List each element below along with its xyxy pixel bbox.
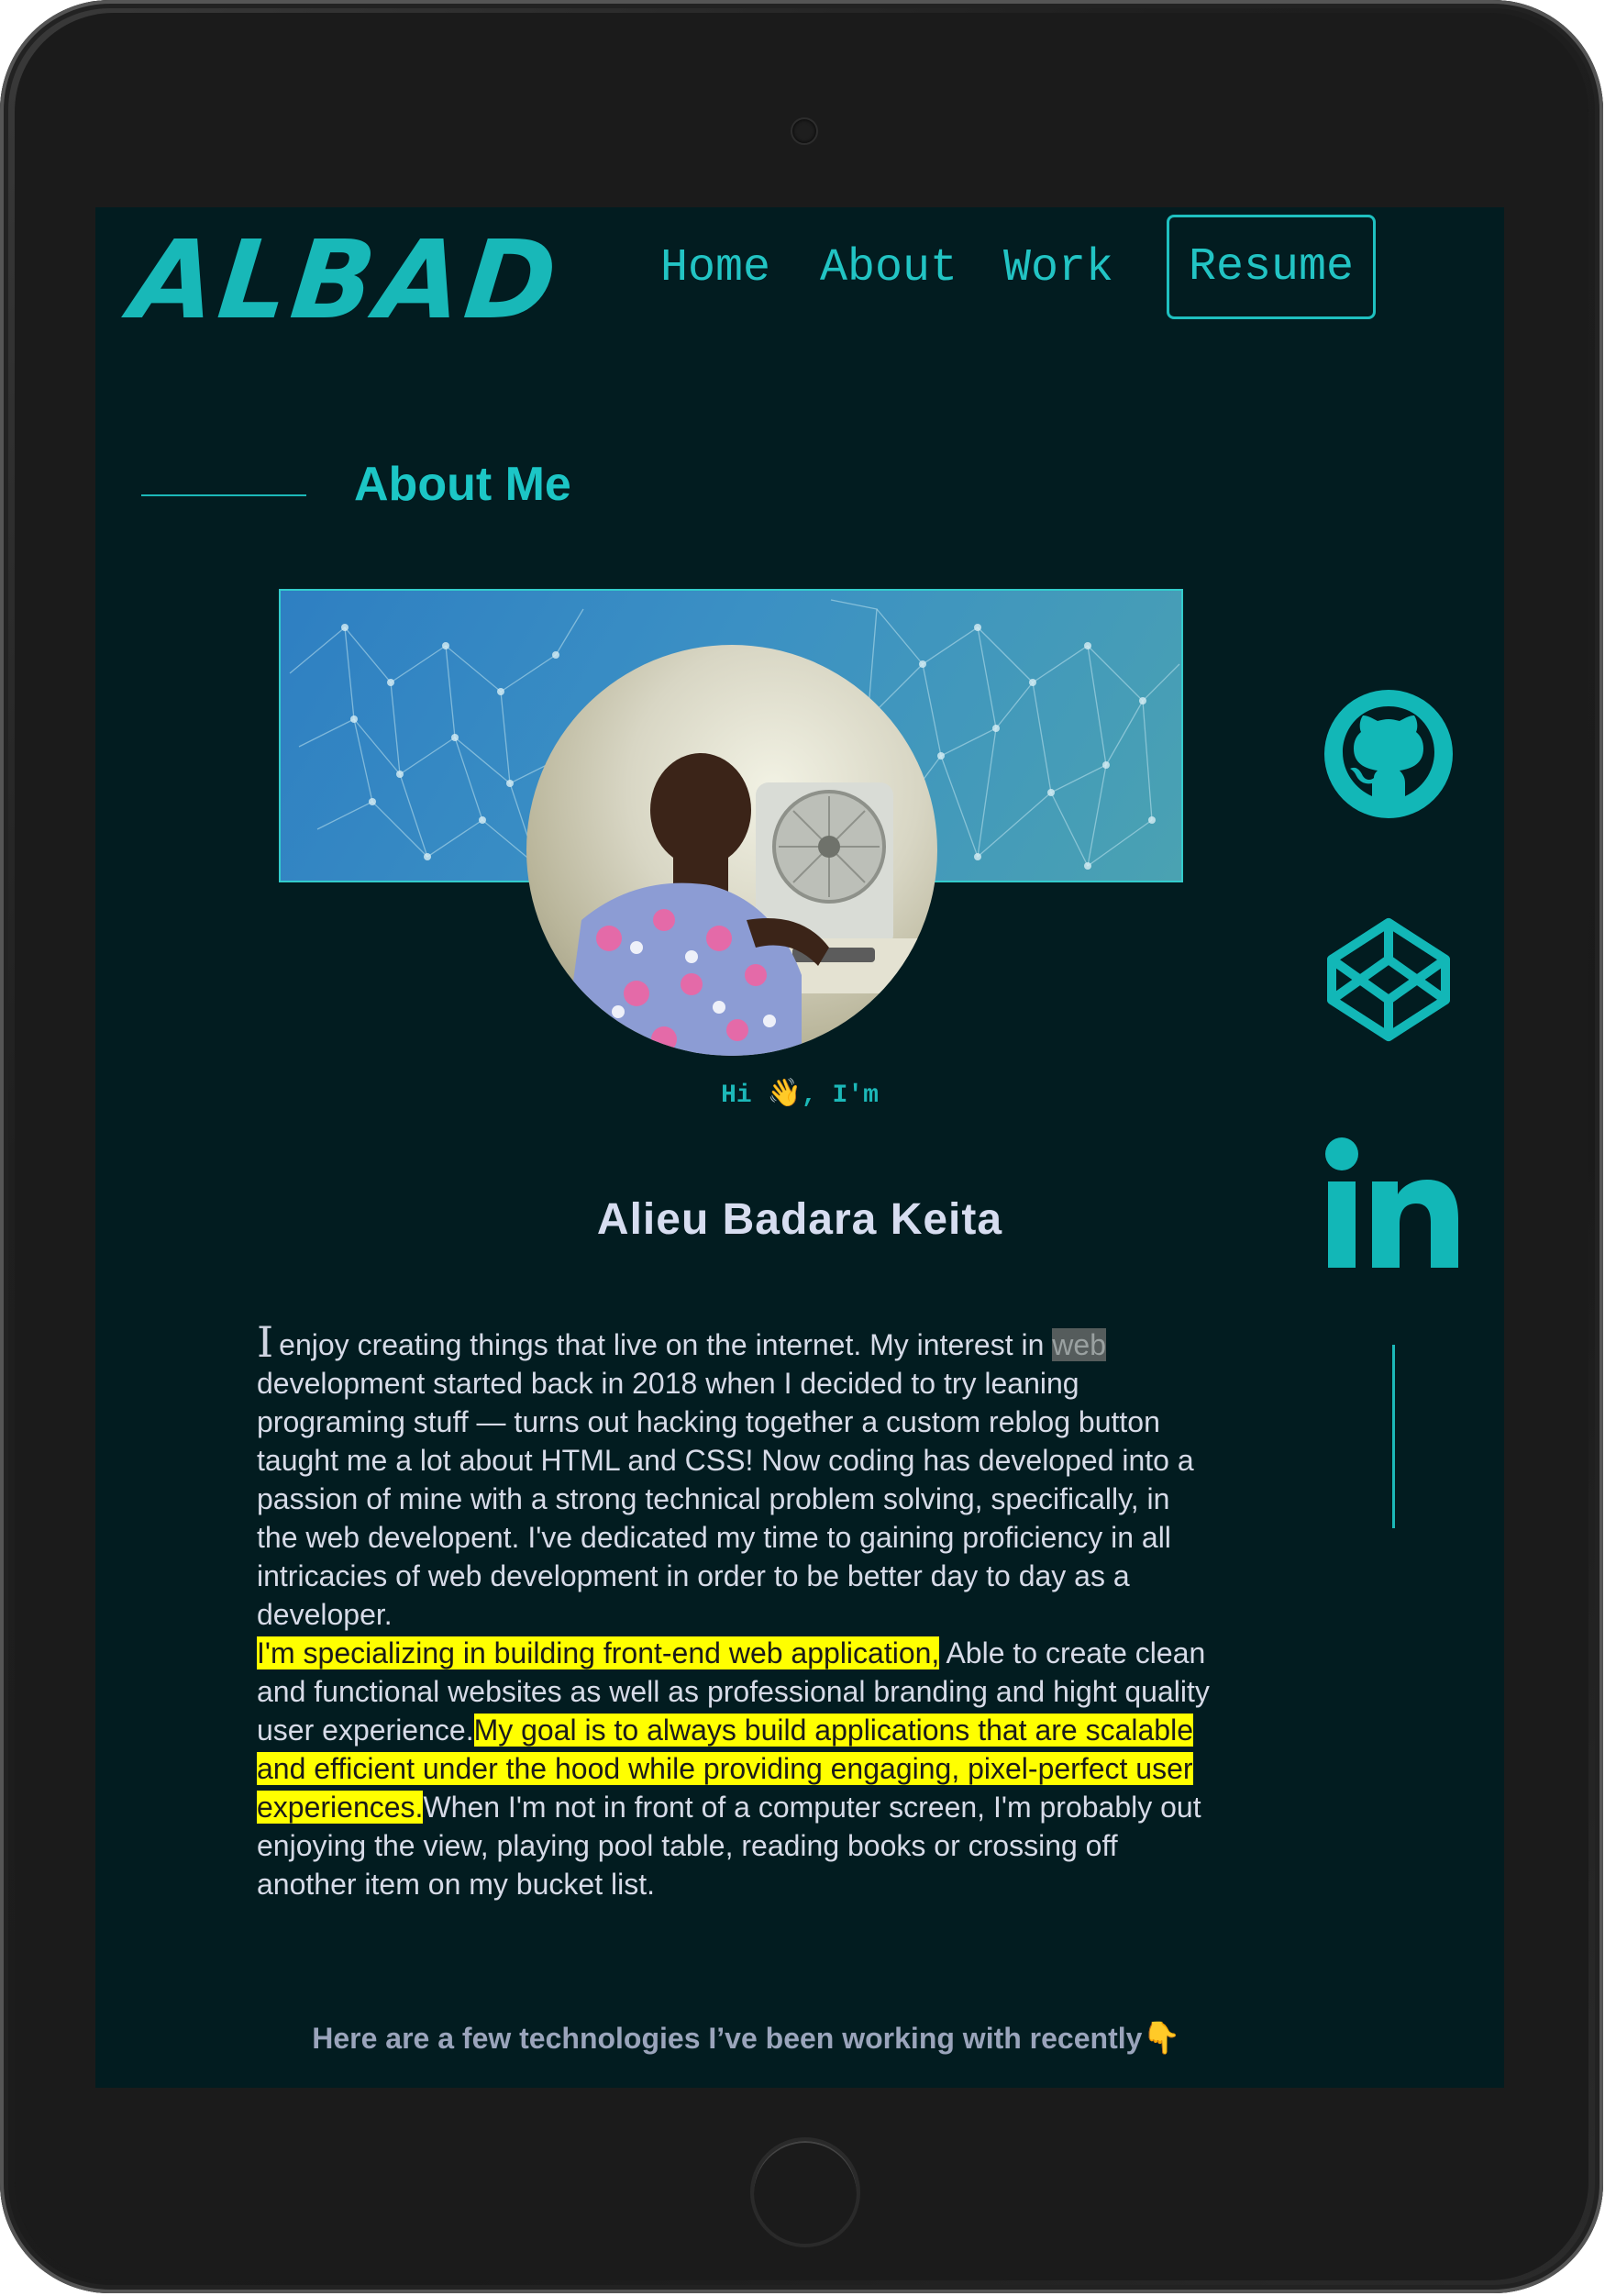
bio-highlight-1: I'm specializing in building front-end w…: [257, 1636, 940, 1669]
greeting-prefix: Hi: [721, 1081, 768, 1110]
section-title-line: [141, 494, 306, 496]
waving-hand-icon: 👋: [767, 1080, 802, 1111]
nav-home-link[interactable]: Home: [660, 242, 770, 294]
greeting-suffix: , I'm: [801, 1081, 879, 1110]
front-camera: [791, 117, 818, 145]
pointing-down-icon: 👇: [1142, 2021, 1181, 2056]
home-hardware-button[interactable]: [750, 2137, 860, 2247]
text-cursor-icon: I: [257, 1317, 274, 1367]
resume-button[interactable]: Resume: [1167, 215, 1376, 319]
bio-text-2: development started back in 2018 when I …: [257, 1367, 1194, 1631]
profile-photo-illustration: [563, 753, 937, 1056]
profile-photo: [526, 645, 937, 1056]
linkedin-icon[interactable]: [1324, 1134, 1462, 1271]
nav-about-link[interactable]: About: [820, 242, 957, 294]
greeting-text: Hi 👋, I'm: [95, 1077, 1504, 1111]
screen: ALBAD Home About Work Resume About Me Hi…: [95, 207, 1504, 2088]
tablet-frame: ALBAD Home About Work Resume About Me Hi…: [0, 0, 1603, 2293]
github-icon[interactable]: [1324, 690, 1453, 818]
profile-name: Alieu Badara Keita: [596, 1195, 1003, 1244]
section-title: About Me: [354, 458, 571, 511]
bio-text-1: enjoy creating things that live on the i…: [279, 1328, 1053, 1361]
social-divider-line: [1392, 1345, 1395, 1528]
technologies-heading: Here are a few technologies I’ve been wo…: [95, 2020, 1398, 2057]
bio-text: Ienjoy creating things that live on the …: [257, 1321, 1211, 1903]
site-logo[interactable]: ALBAD: [126, 216, 566, 343]
nav-work-link[interactable]: Work: [1003, 242, 1113, 294]
bio-selected-word: web: [1052, 1328, 1106, 1361]
technologies-heading-text: Here are a few technologies I’ve been wo…: [312, 2022, 1143, 2055]
codepen-icon[interactable]: [1324, 915, 1453, 1044]
